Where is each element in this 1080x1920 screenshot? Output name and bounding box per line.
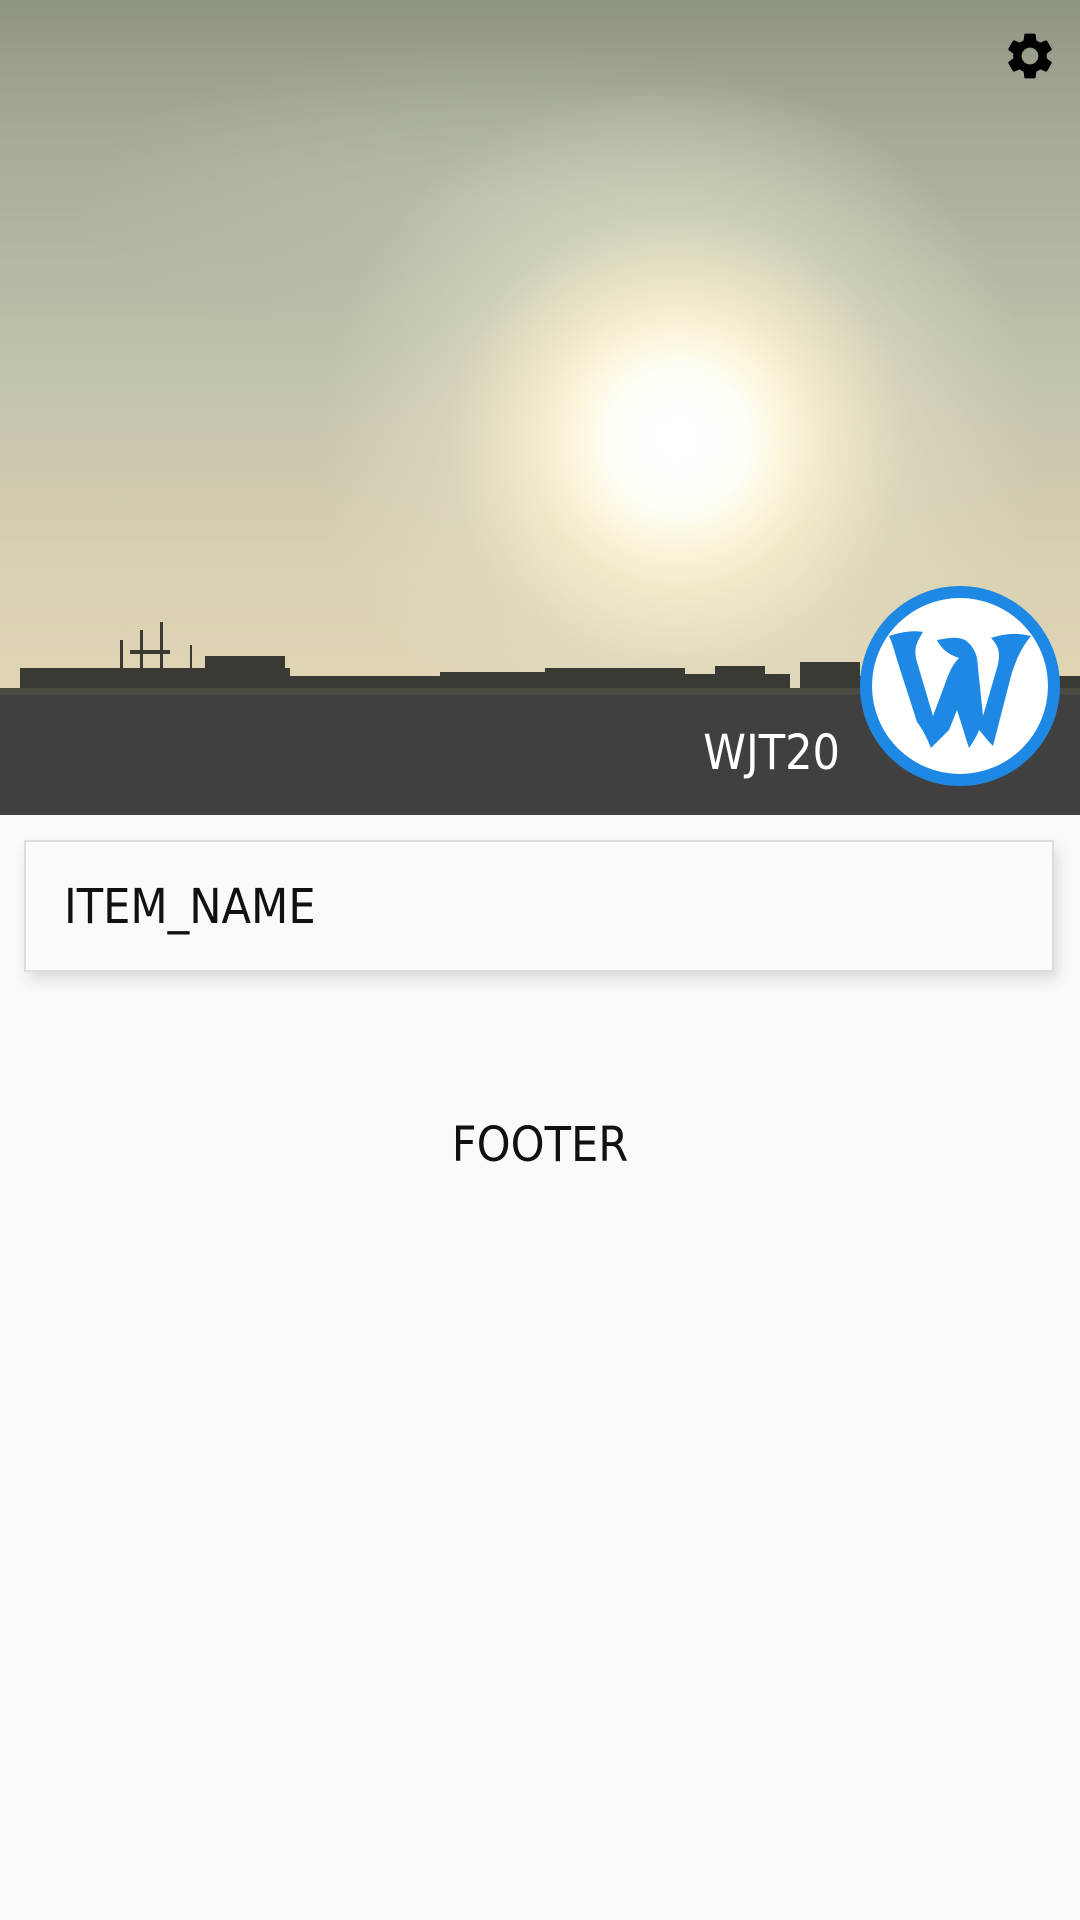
list-item-label: ITEM_NAME — [64, 879, 316, 935]
footer-label: FOOTER — [451, 1117, 629, 1173]
profile-name: WJT20 — [703, 725, 840, 781]
list-item-card[interactable]: ITEM_NAME — [24, 840, 1054, 972]
profile-header: WJT20 — [0, 0, 1080, 815]
settings-button[interactable] — [1002, 28, 1058, 84]
w-logo-icon — [889, 631, 1031, 748]
avatar-inner — [872, 598, 1048, 774]
gear-icon — [1008, 33, 1052, 79]
profile-avatar[interactable] — [860, 586, 1060, 786]
